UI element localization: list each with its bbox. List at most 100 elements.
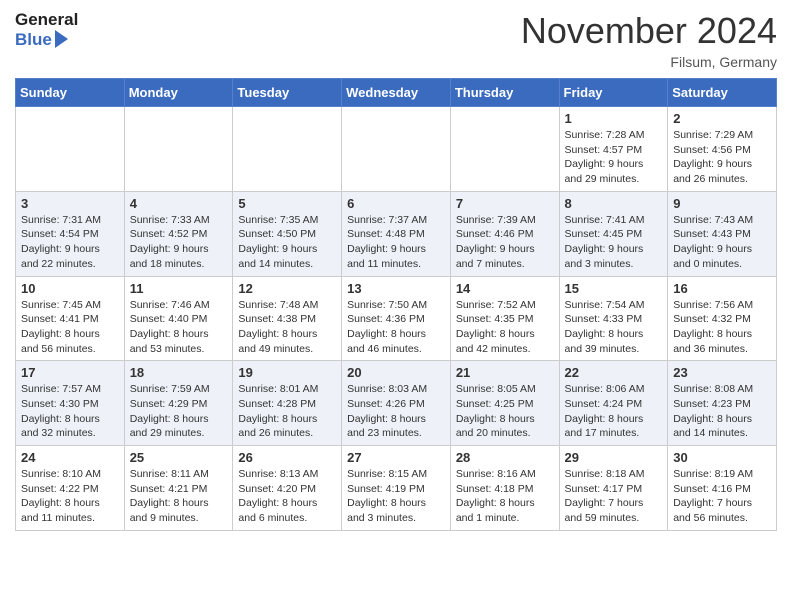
day-info-13: Sunrise: 7:50 AM Sunset: 4:36 PM Dayligh… — [347, 298, 445, 357]
day-info-5: Sunrise: 7:35 AM Sunset: 4:50 PM Dayligh… — [238, 213, 336, 272]
day-info-3: Sunrise: 7:31 AM Sunset: 4:54 PM Dayligh… — [21, 213, 119, 272]
day-info-20: Sunrise: 8:03 AM Sunset: 4:26 PM Dayligh… — [347, 382, 445, 441]
cell-2-6: 16 Sunrise: 7:56 AM Sunset: 4:32 PM Dayli… — [668, 276, 777, 361]
day-number-18: 18 — [130, 365, 228, 380]
header-tuesday: Tuesday — [233, 79, 342, 107]
cell-2-5: 15 Sunrise: 7:54 AM Sunset: 4:33 PM Dayli… — [559, 276, 668, 361]
day-number-13: 13 — [347, 281, 445, 296]
week-row-1: 3 Sunrise: 7:31 AM Sunset: 4:54 PM Daylig… — [16, 191, 777, 276]
logo-line1: General — [15, 10, 78, 30]
header-friday: Friday — [559, 79, 668, 107]
day-number-15: 15 — [565, 281, 663, 296]
cell-2-4: 14 Sunrise: 7:52 AM Sunset: 4:35 PM Dayli… — [450, 276, 559, 361]
day-number-26: 26 — [238, 450, 336, 465]
day-number-17: 17 — [21, 365, 119, 380]
day-info-19: Sunrise: 8:01 AM Sunset: 4:28 PM Dayligh… — [238, 382, 336, 441]
cell-4-5: 29 Sunrise: 8:18 AM Sunset: 4:17 PM Dayli… — [559, 446, 668, 531]
cell-1-0: 3 Sunrise: 7:31 AM Sunset: 4:54 PM Daylig… — [16, 191, 125, 276]
cell-0-0 — [16, 107, 125, 192]
day-info-17: Sunrise: 7:57 AM Sunset: 4:30 PM Dayligh… — [21, 382, 119, 441]
cell-4-2: 26 Sunrise: 8:13 AM Sunset: 4:20 PM Dayli… — [233, 446, 342, 531]
day-info-16: Sunrise: 7:56 AM Sunset: 4:32 PM Dayligh… — [673, 298, 771, 357]
header-saturday: Saturday — [668, 79, 777, 107]
day-number-22: 22 — [565, 365, 663, 380]
week-row-4: 24 Sunrise: 8:10 AM Sunset: 4:22 PM Dayli… — [16, 446, 777, 531]
day-info-15: Sunrise: 7:54 AM Sunset: 4:33 PM Dayligh… — [565, 298, 663, 357]
week-row-0: 1 Sunrise: 7:28 AM Sunset: 4:57 PM Daylig… — [16, 107, 777, 192]
day-info-10: Sunrise: 7:45 AM Sunset: 4:41 PM Dayligh… — [21, 298, 119, 357]
day-info-7: Sunrise: 7:39 AM Sunset: 4:46 PM Dayligh… — [456, 213, 554, 272]
day-info-1: Sunrise: 7:28 AM Sunset: 4:57 PM Dayligh… — [565, 128, 663, 187]
day-number-25: 25 — [130, 450, 228, 465]
cell-0-1 — [124, 107, 233, 192]
title-block: November 2024 Filsum, Germany — [521, 10, 777, 70]
day-number-16: 16 — [673, 281, 771, 296]
day-number-8: 8 — [565, 196, 663, 211]
cell-4-4: 28Sunrise: 8:16 AM Sunset: 4:18 PM Dayli… — [450, 446, 559, 531]
cell-2-1: 11Sunrise: 7:46 AM Sunset: 4:40 PM Dayli… — [124, 276, 233, 361]
day-info-6: Sunrise: 7:37 AM Sunset: 4:48 PM Dayligh… — [347, 213, 445, 272]
cell-3-1: 18 Sunrise: 7:59 AM Sunset: 4:29 PM Dayli… — [124, 361, 233, 446]
day-number-27: 27 — [347, 450, 445, 465]
cell-3-0: 17 Sunrise: 7:57 AM Sunset: 4:30 PM Dayli… — [16, 361, 125, 446]
cell-3-6: 23Sunrise: 8:08 AM Sunset: 4:23 PM Dayli… — [668, 361, 777, 446]
day-number-20: 20 — [347, 365, 445, 380]
cell-0-5: 1 Sunrise: 7:28 AM Sunset: 4:57 PM Daylig… — [559, 107, 668, 192]
cell-1-2: 5 Sunrise: 7:35 AM Sunset: 4:50 PM Daylig… — [233, 191, 342, 276]
cell-2-2: 12Sunrise: 7:48 AM Sunset: 4:38 PM Dayli… — [233, 276, 342, 361]
day-info-25: Sunrise: 8:11 AM Sunset: 4:21 PM Dayligh… — [130, 467, 228, 526]
day-number-3: 3 — [21, 196, 119, 211]
day-info-9: Sunrise: 7:43 AM Sunset: 4:43 PM Dayligh… — [673, 213, 771, 272]
cell-3-3: 20 Sunrise: 8:03 AM Sunset: 4:26 PM Dayli… — [342, 361, 451, 446]
day-number-6: 6 — [347, 196, 445, 211]
cell-1-3: 6 Sunrise: 7:37 AM Sunset: 4:48 PM Daylig… — [342, 191, 451, 276]
day-number-12: 12 — [238, 281, 336, 296]
day-info-4: Sunrise: 7:33 AM Sunset: 4:52 PM Dayligh… — [130, 213, 228, 272]
location: Filsum, Germany — [521, 54, 777, 70]
header-wednesday: Wednesday — [342, 79, 451, 107]
day-number-24: 24 — [21, 450, 119, 465]
day-number-14: 14 — [456, 281, 554, 296]
day-number-9: 9 — [673, 196, 771, 211]
day-number-5: 5 — [238, 196, 336, 211]
day-info-14: Sunrise: 7:52 AM Sunset: 4:35 PM Dayligh… — [456, 298, 554, 357]
cell-4-1: 25 Sunrise: 8:11 AM Sunset: 4:21 PM Dayli… — [124, 446, 233, 531]
day-info-26: Sunrise: 8:13 AM Sunset: 4:20 PM Dayligh… — [238, 467, 336, 526]
day-number-21: 21 — [456, 365, 554, 380]
cell-1-5: 8 Sunrise: 7:41 AM Sunset: 4:45 PM Daylig… — [559, 191, 668, 276]
day-info-18: Sunrise: 7:59 AM Sunset: 4:29 PM Dayligh… — [130, 382, 228, 441]
day-info-23: Sunrise: 8:08 AM Sunset: 4:23 PM Dayligh… — [673, 382, 771, 441]
cell-3-4: 21 Sunrise: 8:05 AM Sunset: 4:25 PM Dayli… — [450, 361, 559, 446]
logo-line2: Blue — [15, 30, 52, 50]
day-info-21: Sunrise: 8:05 AM Sunset: 4:25 PM Dayligh… — [456, 382, 554, 441]
day-number-4: 4 — [130, 196, 228, 211]
header-thursday: Thursday — [450, 79, 559, 107]
day-number-2: 2 — [673, 111, 771, 126]
day-info-22: Sunrise: 8:06 AM Sunset: 4:24 PM Dayligh… — [565, 382, 663, 441]
day-number-10: 10 — [21, 281, 119, 296]
cell-4-6: 30 Sunrise: 8:19 AM Sunset: 4:16 PM Dayli… — [668, 446, 777, 531]
cell-1-4: 7Sunrise: 7:39 AM Sunset: 4:46 PM Daylig… — [450, 191, 559, 276]
cell-4-0: 24 Sunrise: 8:10 AM Sunset: 4:22 PM Dayli… — [16, 446, 125, 531]
header: General Blue November 2024 Filsum, Germa… — [15, 10, 777, 70]
day-info-30: Sunrise: 8:19 AM Sunset: 4:16 PM Dayligh… — [673, 467, 771, 526]
day-number-29: 29 — [565, 450, 663, 465]
day-info-2: Sunrise: 7:29 AM Sunset: 4:56 PM Dayligh… — [673, 128, 771, 187]
day-info-28: Sunrise: 8:16 AM Sunset: 4:18 PM Dayligh… — [456, 467, 554, 526]
day-info-24: Sunrise: 8:10 AM Sunset: 4:22 PM Dayligh… — [21, 467, 119, 526]
day-number-30: 30 — [673, 450, 771, 465]
month-title: November 2024 — [521, 10, 777, 52]
page: General Blue November 2024 Filsum, Germa… — [0, 0, 792, 546]
cell-0-3 — [342, 107, 451, 192]
day-info-8: Sunrise: 7:41 AM Sunset: 4:45 PM Dayligh… — [565, 213, 663, 272]
cell-1-1: 4 Sunrise: 7:33 AM Sunset: 4:52 PM Daylig… — [124, 191, 233, 276]
day-info-29: Sunrise: 8:18 AM Sunset: 4:17 PM Dayligh… — [565, 467, 663, 526]
day-number-19: 19 — [238, 365, 336, 380]
cell-4-3: 27 Sunrise: 8:15 AM Sunset: 4:19 PM Dayli… — [342, 446, 451, 531]
cell-0-4 — [450, 107, 559, 192]
logo-chevron-icon — [55, 30, 68, 48]
cell-0-2 — [233, 107, 342, 192]
day-info-27: Sunrise: 8:15 AM Sunset: 4:19 PM Dayligh… — [347, 467, 445, 526]
day-number-11: 11 — [130, 281, 228, 296]
day-number-1: 1 — [565, 111, 663, 126]
